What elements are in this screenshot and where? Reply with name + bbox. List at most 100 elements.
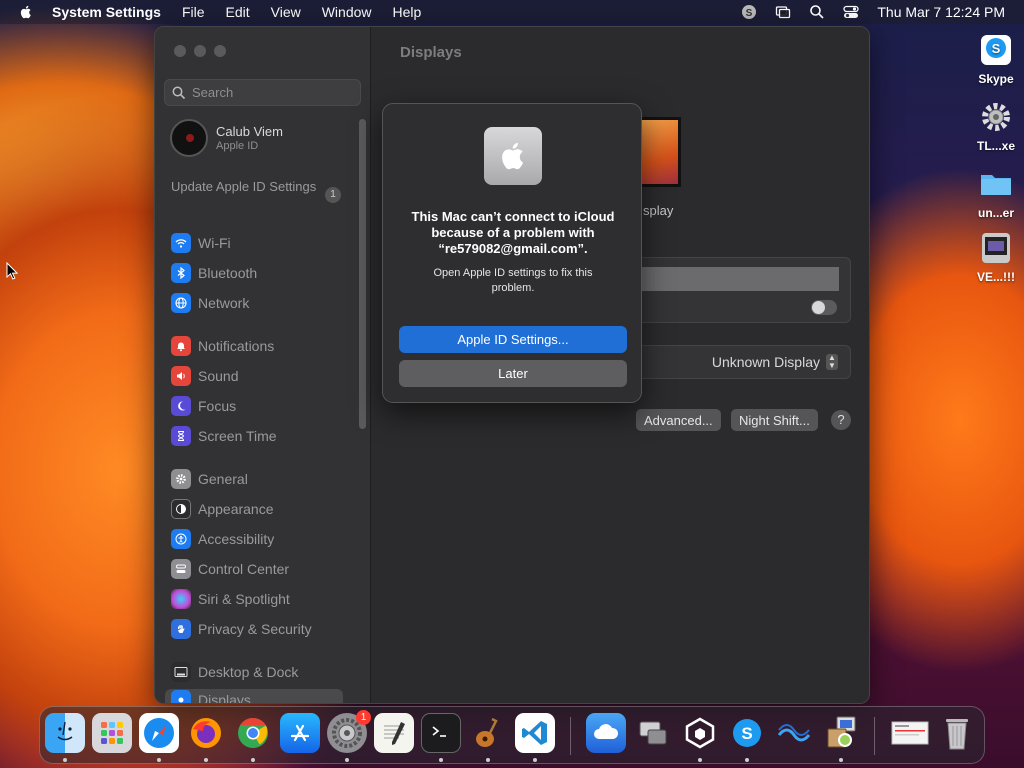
disk-image-icon [978,230,1014,266]
running-indicator [839,758,843,762]
close-button[interactable] [174,45,186,57]
sidebar-item-control-center[interactable]: Control Center [171,558,289,580]
finder-icon[interactable] [45,713,85,753]
sidebar-item-general[interactable]: General [171,468,248,490]
app-store-icon[interactable] [280,713,320,753]
terminal-icon[interactable] [421,713,461,753]
unity-icon[interactable] [680,713,720,753]
sidebar-item-label: Focus [198,398,237,414]
textedit-icon[interactable] [374,713,414,753]
speaker-icon [171,366,191,386]
app-name-menu[interactable]: System Settings [52,4,161,20]
night-shift-button[interactable]: Night Shift... [731,409,818,431]
minimize-button[interactable] [194,45,206,57]
screen-mirroring-icon[interactable] [775,4,791,20]
display-select-value: Unknown Display [711,354,820,370]
firefox-icon[interactable] [186,713,226,753]
sidebar-scrollbar[interactable] [359,119,366,429]
display-select[interactable]: Unknown Display ▲ ▼ [639,345,851,379]
menu-view[interactable]: View [271,4,301,20]
network-icon[interactable] [774,713,814,753]
chrome-icon[interactable] [233,713,273,753]
gear-icon [171,469,191,489]
skype-icon[interactable]: S [727,713,767,753]
desktop-icon-ve[interactable]: VE...!!! [966,230,1024,284]
sidebar-item-focus[interactable]: Focus [171,395,236,417]
menu-window[interactable]: Window [322,4,372,20]
account-name: Calub Viem [216,124,283,139]
sidebar-item-screen-time[interactable]: Screen Time [171,425,277,447]
display-thumbnail[interactable] [639,117,681,187]
sidebar-item-label: Bluetooth [198,265,258,281]
display-name-label: splay [643,203,674,218]
display-toggle[interactable] [811,300,837,315]
menu-bar-clock[interactable]: Thu Mar 7 12:24 PM [877,4,1005,20]
menu-help[interactable]: Help [393,4,422,20]
menu-edit[interactable]: Edit [226,4,250,20]
icloud-icon[interactable] [586,713,626,753]
svg-text:S: S [741,724,752,743]
desktop-icon-folder[interactable]: un...er [966,166,1024,220]
accessibility-icon [171,529,191,549]
wifi-icon [171,233,191,253]
running-indicator [345,758,349,762]
desktop-icon-skype[interactable]: S Skype [966,32,1024,86]
gear-icon [978,99,1014,135]
sidebar-item-label: Screen Time [198,428,277,444]
running-indicator [439,758,443,762]
document-icon[interactable] [890,713,930,753]
settings-notification-badge: 1 [356,710,371,725]
advanced-button[interactable]: Advanced... [636,409,721,431]
bell-icon [171,336,191,356]
trash-icon[interactable] [937,713,977,753]
dock: 1 S [39,706,985,764]
control-center-icon[interactable] [843,4,860,20]
running-indicator [251,758,255,762]
apple-id-account[interactable]: Calub Viem Apple ID [170,119,283,157]
desktop-icon-tl[interactable]: TL...xe [966,99,1024,153]
garageband-icon[interactable] [468,713,508,753]
search-field[interactable]: Search [164,79,361,106]
sidebar-item-appearance[interactable]: Appearance [171,498,274,520]
later-button[interactable]: Later [399,360,627,387]
mouse-cursor-icon [6,261,19,285]
svg-text:S: S [992,41,1001,56]
sidebar-item-siri-spotlight[interactable]: Siri & Spotlight [171,588,290,610]
dock-separator [874,717,875,755]
sidebar-item-label: Desktop & Dock [198,664,299,680]
migration-icon[interactable] [633,713,673,753]
sidebar-item-bluetooth[interactable]: Bluetooth [171,262,257,284]
spotlight-search-icon[interactable] [809,4,825,20]
sidebar-item-desktop-dock[interactable]: Desktop & Dock [171,661,298,683]
sidebar-item-wifi[interactable]: Wi-Fi [171,232,231,254]
vscode-icon[interactable] [515,713,555,753]
sidebar-item-label: Notifications [198,338,275,354]
alert-message: This Mac can’t connect to iCloud because… [411,209,615,256]
sidebar-item-network[interactable]: Network [171,292,249,314]
moon-icon [171,396,191,416]
search-placeholder: Search [192,85,234,100]
apple-menu-icon[interactable] [18,4,34,20]
globe-icon [171,293,191,313]
installer-icon[interactable] [821,713,861,753]
sidebar-item-notifications[interactable]: Notifications [171,335,274,357]
sidebar-item-label: Wi-Fi [198,235,231,251]
sidebar-item-privacy-security[interactable]: Privacy & Security [171,618,312,640]
sidebar-item-displays[interactable]: Displays [165,689,343,703]
launchpad-icon[interactable] [92,713,132,753]
update-badge: 1 [325,187,341,203]
zoom-button[interactable] [214,45,226,57]
sidebar-item-sound[interactable]: Sound [171,365,238,387]
help-button[interactable]: ? [831,410,851,430]
skype-status-icon[interactable]: S [741,4,757,20]
folder-icon [978,166,1014,202]
update-apple-id-settings[interactable]: Update Apple ID Settings 1 [171,179,341,203]
sidebar-item-accessibility[interactable]: Accessibility [171,528,274,550]
update-label: Update Apple ID Settings [171,179,317,194]
safari-icon[interactable] [139,713,179,753]
brightness-slider[interactable] [639,267,839,291]
apple-id-settings-button[interactable]: Apple ID Settings... [399,326,627,353]
menu-file[interactable]: File [182,4,205,20]
sidebar-item-label: Accessibility [198,531,275,547]
menu-bar: System Settings File Edit View Window He… [0,0,1024,24]
